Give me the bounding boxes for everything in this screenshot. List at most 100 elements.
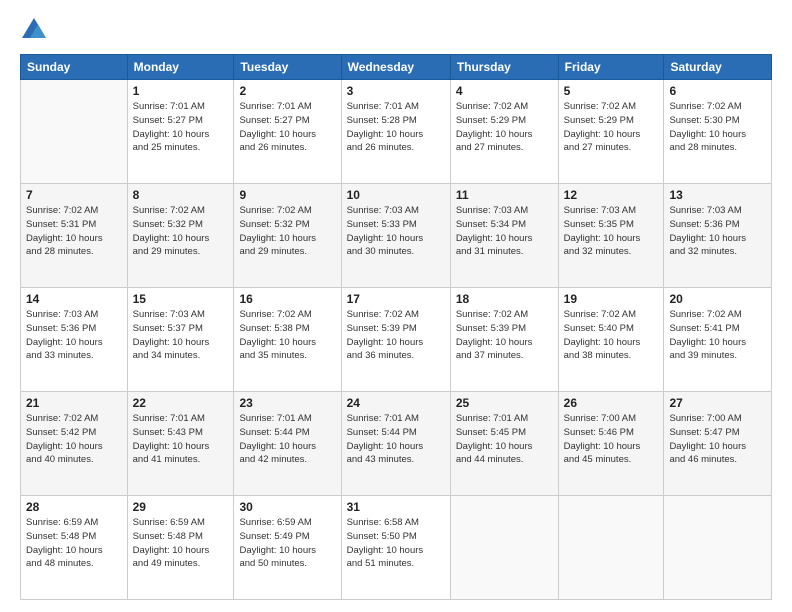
day-number: 14 <box>26 292 122 306</box>
day-cell: 25 Sunrise: 7:01 AM Sunset: 5:45 PM Dayli… <box>450 392 558 496</box>
day-number: 13 <box>669 188 766 202</box>
day-info: Sunrise: 7:02 AM Sunset: 5:40 PM Dayligh… <box>564 308 659 363</box>
week-row-0: 1Sunrise: 7:01 AM Sunset: 5:27 PM Daylig… <box>21 80 772 184</box>
day-info: Sunrise: 7:02 AM Sunset: 5:38 PM Dayligh… <box>239 308 335 363</box>
day-cell <box>450 496 558 600</box>
day-info: Sunrise: 7:00 AM Sunset: 5:47 PM Dayligh… <box>669 412 766 467</box>
day-info: Sunrise: 7:03 AM Sunset: 5:37 PM Dayligh… <box>133 308 229 363</box>
day-info: Sunrise: 6:58 AM Sunset: 5:50 PM Dayligh… <box>347 516 445 571</box>
day-cell: 4 Sunrise: 7:02 AM Sunset: 5:29 PM Daylig… <box>450 80 558 184</box>
day-info: Sunrise: 7:02 AM Sunset: 5:32 PM Dayligh… <box>239 204 335 259</box>
day-info: Sunrise: 7:02 AM Sunset: 5:32 PM Dayligh… <box>133 204 229 259</box>
day-cell: 21 Sunrise: 7:02 AM Sunset: 5:42 PM Dayli… <box>21 392 128 496</box>
day-info: Sunrise: 7:02 AM Sunset: 5:42 PM Dayligh… <box>26 412 122 467</box>
day-cell: 30 Sunrise: 6:59 AM Sunset: 5:49 PM Dayli… <box>234 496 341 600</box>
day-cell: 13 Sunrise: 7:03 AM Sunset: 5:36 PM Dayli… <box>664 184 772 288</box>
day-cell: 10 Sunrise: 7:03 AM Sunset: 5:33 PM Dayli… <box>341 184 450 288</box>
day-cell: 29 Sunrise: 6:59 AM Sunset: 5:48 PM Dayli… <box>127 496 234 600</box>
day-number: 17 <box>347 292 445 306</box>
day-info: Sunrise: 7:03 AM Sunset: 5:36 PM Dayligh… <box>669 204 766 259</box>
header <box>20 16 772 44</box>
day-number: 10 <box>347 188 445 202</box>
day-cell: 28 Sunrise: 6:59 AM Sunset: 5:48 PM Dayli… <box>21 496 128 600</box>
col-header-sunday: Sunday <box>21 55 128 80</box>
day-number: 31 <box>347 500 445 514</box>
col-header-saturday: Saturday <box>664 55 772 80</box>
day-info: Sunrise: 7:02 AM Sunset: 5:29 PM Dayligh… <box>564 100 659 155</box>
day-cell <box>558 496 664 600</box>
day-number: 23 <box>239 396 335 410</box>
day-cell: 12Sunrise: 7:03 AM Sunset: 5:35 PM Dayli… <box>558 184 664 288</box>
day-cell: 8 Sunrise: 7:02 AM Sunset: 5:32 PM Daylig… <box>127 184 234 288</box>
day-number: 27 <box>669 396 766 410</box>
day-info: Sunrise: 7:01 AM Sunset: 5:44 PM Dayligh… <box>239 412 335 467</box>
day-number: 19 <box>564 292 659 306</box>
day-number: 20 <box>669 292 766 306</box>
day-number: 16 <box>239 292 335 306</box>
day-cell: 23 Sunrise: 7:01 AM Sunset: 5:44 PM Dayli… <box>234 392 341 496</box>
day-cell <box>664 496 772 600</box>
day-cell: 7 Sunrise: 7:02 AM Sunset: 5:31 PM Daylig… <box>21 184 128 288</box>
day-cell: 9 Sunrise: 7:02 AM Sunset: 5:32 PM Daylig… <box>234 184 341 288</box>
day-number: 4 <box>456 84 553 98</box>
day-info: Sunrise: 6:59 AM Sunset: 5:48 PM Dayligh… <box>26 516 122 571</box>
day-cell: 18 Sunrise: 7:02 AM Sunset: 5:39 PM Dayli… <box>450 288 558 392</box>
day-number: 5 <box>564 84 659 98</box>
col-header-tuesday: Tuesday <box>234 55 341 80</box>
day-cell: 24 Sunrise: 7:01 AM Sunset: 5:44 PM Dayli… <box>341 392 450 496</box>
day-number: 30 <box>239 500 335 514</box>
day-number: 18 <box>456 292 553 306</box>
logo-icon <box>20 16 48 44</box>
day-info: Sunrise: 7:02 AM Sunset: 5:30 PM Dayligh… <box>669 100 766 155</box>
day-info: Sunrise: 7:01 AM Sunset: 5:27 PM Dayligh… <box>133 100 229 155</box>
logo <box>20 16 52 44</box>
day-cell: 3Sunrise: 7:01 AM Sunset: 5:28 PM Daylig… <box>341 80 450 184</box>
day-cell: 1Sunrise: 7:01 AM Sunset: 5:27 PM Daylig… <box>127 80 234 184</box>
day-number: 6 <box>669 84 766 98</box>
day-info: Sunrise: 7:02 AM Sunset: 5:39 PM Dayligh… <box>456 308 553 363</box>
day-info: Sunrise: 7:01 AM Sunset: 5:45 PM Dayligh… <box>456 412 553 467</box>
day-cell: 6 Sunrise: 7:02 AM Sunset: 5:30 PM Daylig… <box>664 80 772 184</box>
day-number: 7 <box>26 188 122 202</box>
day-cell: 5 Sunrise: 7:02 AM Sunset: 5:29 PM Daylig… <box>558 80 664 184</box>
col-header-monday: Monday <box>127 55 234 80</box>
day-info: Sunrise: 7:03 AM Sunset: 5:34 PM Dayligh… <box>456 204 553 259</box>
day-info: Sunrise: 7:01 AM Sunset: 5:43 PM Dayligh… <box>133 412 229 467</box>
day-info: Sunrise: 7:01 AM Sunset: 5:28 PM Dayligh… <box>347 100 445 155</box>
day-number: 25 <box>456 396 553 410</box>
week-row-2: 14Sunrise: 7:03 AM Sunset: 5:36 PM Dayli… <box>21 288 772 392</box>
day-cell: 27 Sunrise: 7:00 AM Sunset: 5:47 PM Dayli… <box>664 392 772 496</box>
day-info: Sunrise: 7:03 AM Sunset: 5:33 PM Dayligh… <box>347 204 445 259</box>
col-header-thursday: Thursday <box>450 55 558 80</box>
day-number: 28 <box>26 500 122 514</box>
day-number: 8 <box>133 188 229 202</box>
day-info: Sunrise: 6:59 AM Sunset: 5:49 PM Dayligh… <box>239 516 335 571</box>
day-number: 22 <box>133 396 229 410</box>
day-info: Sunrise: 7:02 AM Sunset: 5:41 PM Dayligh… <box>669 308 766 363</box>
day-info: Sunrise: 7:02 AM Sunset: 5:29 PM Dayligh… <box>456 100 553 155</box>
header-row: SundayMondayTuesdayWednesdayThursdayFrid… <box>21 55 772 80</box>
page: SundayMondayTuesdayWednesdayThursdayFrid… <box>0 0 792 612</box>
week-row-3: 21 Sunrise: 7:02 AM Sunset: 5:42 PM Dayli… <box>21 392 772 496</box>
col-header-friday: Friday <box>558 55 664 80</box>
day-info: Sunrise: 7:01 AM Sunset: 5:44 PM Dayligh… <box>347 412 445 467</box>
day-number: 2 <box>239 84 335 98</box>
day-number: 26 <box>564 396 659 410</box>
day-cell: 11Sunrise: 7:03 AM Sunset: 5:34 PM Dayli… <box>450 184 558 288</box>
day-cell: 22 Sunrise: 7:01 AM Sunset: 5:43 PM Dayli… <box>127 392 234 496</box>
day-cell <box>21 80 128 184</box>
day-cell: 16 Sunrise: 7:02 AM Sunset: 5:38 PM Dayli… <box>234 288 341 392</box>
day-number: 29 <box>133 500 229 514</box>
day-cell: 20 Sunrise: 7:02 AM Sunset: 5:41 PM Dayli… <box>664 288 772 392</box>
day-number: 24 <box>347 396 445 410</box>
day-number: 21 <box>26 396 122 410</box>
day-cell: 14Sunrise: 7:03 AM Sunset: 5:36 PM Dayli… <box>21 288 128 392</box>
week-row-4: 28 Sunrise: 6:59 AM Sunset: 5:48 PM Dayli… <box>21 496 772 600</box>
day-info: Sunrise: 6:59 AM Sunset: 5:48 PM Dayligh… <box>133 516 229 571</box>
day-info: Sunrise: 7:02 AM Sunset: 5:31 PM Dayligh… <box>26 204 122 259</box>
day-number: 9 <box>239 188 335 202</box>
day-cell: 26 Sunrise: 7:00 AM Sunset: 5:46 PM Dayli… <box>558 392 664 496</box>
day-info: Sunrise: 7:00 AM Sunset: 5:46 PM Dayligh… <box>564 412 659 467</box>
calendar-table: SundayMondayTuesdayWednesdayThursdayFrid… <box>20 54 772 600</box>
col-header-wednesday: Wednesday <box>341 55 450 80</box>
